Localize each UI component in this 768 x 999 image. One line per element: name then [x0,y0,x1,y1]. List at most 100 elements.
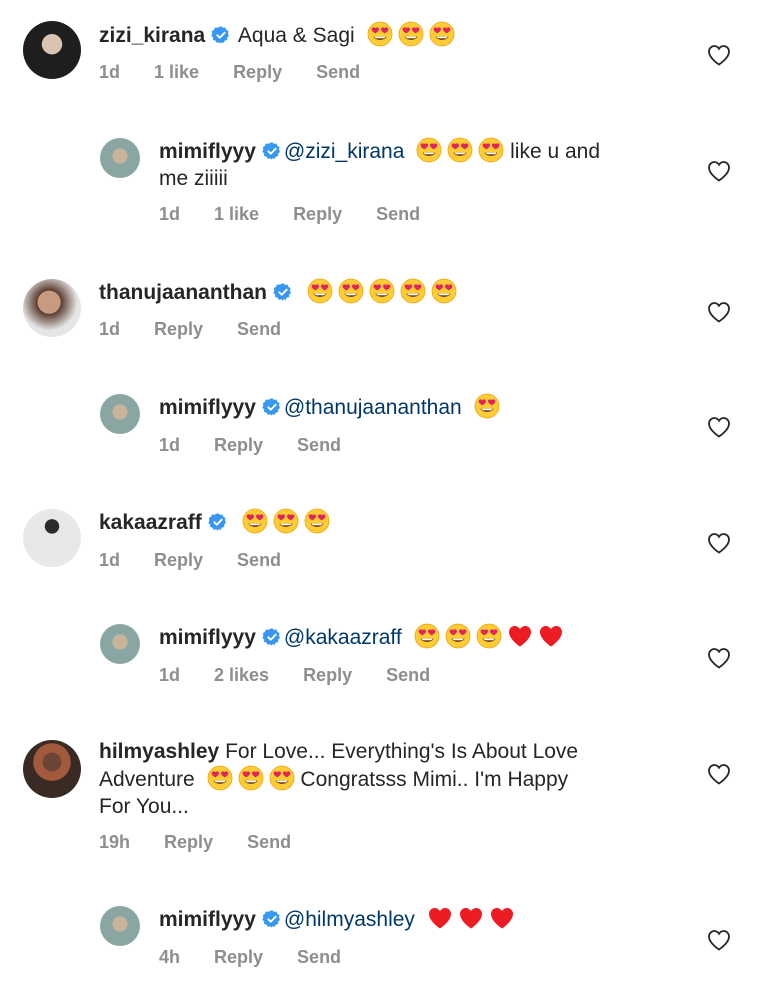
comment-meta: 1d Reply Send [99,319,281,340]
comment-meta: 4h Reply Send [159,947,341,968]
comment-meta: 1d Reply Send [159,435,341,456]
heart-eyes-icon [398,21,424,47]
mention-link[interactable]: @thanujaananthan [284,396,462,419]
username[interactable]: mimiflyyy [159,908,256,931]
avatar[interactable] [23,509,81,567]
comment-text: mimiflyyy @thanujaananthan [159,393,500,421]
username[interactable]: zizi_kirana [99,24,205,47]
avatar[interactable] [23,21,81,79]
mention-link[interactable]: @hilmyashley [284,908,415,931]
mention-link[interactable]: @zizi_kirana [284,140,405,163]
emoji-group [242,508,330,536]
heart-eyes-icon [414,623,440,649]
verified-badge-icon [262,627,282,647]
comment-body-line2b: Congratsss Mimi.. I'm Happy [300,768,569,791]
red-heart-icon [427,905,453,931]
heart-eyes-icon [242,508,268,534]
send-button[interactable]: Send [237,319,281,340]
comment-text: mimiflyyy @hilmyashley [159,905,515,933]
likes-count[interactable]: 2 likes [214,665,269,686]
verified-badge-icon [211,25,231,45]
reply-button[interactable]: Reply [154,319,203,340]
comment-text: mimiflyyy @kakaazraff [159,623,564,651]
comment-meta: 1d 1 like Reply Send [159,204,420,225]
emoji-group [207,765,295,793]
red-heart-icon [538,623,564,649]
likes-count[interactable]: 1 like [154,62,199,83]
avatar[interactable] [100,394,140,434]
verified-badge-icon [262,909,282,929]
reply-button[interactable]: Reply [164,832,213,853]
heart-eyes-icon [367,21,393,47]
likes-count[interactable]: 1 like [214,204,259,225]
red-heart-icon [489,905,515,931]
heart-eyes-icon [338,278,364,304]
heart-eyes-icon [431,278,457,304]
heart-eyes-icon [478,137,504,163]
comment-body: like u and [510,140,601,163]
heart-eyes-icon [447,137,473,163]
heart-eyes-icon [238,765,264,791]
timestamp: 1d [159,204,181,224]
send-button[interactable]: Send [237,550,281,571]
send-button[interactable]: Send [297,435,341,456]
timestamp: 1d [99,550,121,570]
heart-outline-icon[interactable] [707,532,731,554]
heart-outline-icon[interactable] [707,44,731,66]
avatar[interactable] [100,138,140,178]
send-button[interactable]: Send [376,204,420,225]
heart-eyes-icon [369,278,395,304]
username[interactable]: hilmyashley [99,740,219,763]
heart-outline-icon[interactable] [707,647,731,669]
username[interactable]: thanujaananthan [99,281,267,304]
heart-outline-icon[interactable] [707,763,731,785]
heart-eyes-icon [445,623,471,649]
heart-eyes-icon [269,765,295,791]
send-button[interactable]: Send [386,665,430,686]
heart-eyes-icon [416,137,442,163]
timestamp: 1d [99,319,121,339]
comment-text: zizi_kirana Aqua & Sagi [99,21,455,49]
avatar[interactable] [23,740,81,798]
comment-text: thanujaananthan [99,278,457,306]
username[interactable]: mimiflyyy [159,140,256,163]
mention-link[interactable]: @kakaazraff [284,626,402,649]
heart-eyes-icon [207,765,233,791]
reply-button[interactable]: Reply [154,550,203,571]
reply-button[interactable]: Reply [233,62,282,83]
comment-body: For Love... Everything's Is About Love [225,740,579,763]
reply-button[interactable]: Reply [293,204,342,225]
verified-badge-icon [273,282,293,302]
heart-eyes-icon [476,623,502,649]
reply-button[interactable]: Reply [214,435,263,456]
comment-body-line3: For You... [99,795,189,818]
timestamp: 19h [99,832,131,852]
send-button[interactable]: Send [316,62,360,83]
emoji-group [367,21,455,49]
verified-badge-icon [208,512,228,532]
verified-badge-icon [262,397,282,417]
timestamp: 4h [159,947,181,967]
heart-eyes-icon [304,508,330,534]
username[interactable]: mimiflyyy [159,626,256,649]
red-heart-icon [507,623,533,649]
send-button[interactable]: Send [247,832,291,853]
heart-outline-icon[interactable] [707,929,731,951]
verified-badge-icon [262,141,282,161]
reply-button[interactable]: Reply [303,665,352,686]
avatar[interactable] [100,624,140,664]
avatar[interactable] [100,906,140,946]
send-button[interactable]: Send [297,947,341,968]
heart-outline-icon[interactable] [707,416,731,438]
emoji-group [427,905,515,933]
comment-body-line2: me ziiiii [159,167,228,190]
heart-outline-icon[interactable] [707,301,731,323]
timestamp: 1d [159,665,181,685]
username[interactable]: kakaazraff [99,511,202,534]
comment-meta: 1d Reply Send [99,550,281,571]
username[interactable]: mimiflyyy [159,396,256,419]
heart-outline-icon[interactable] [707,160,731,182]
reply-button[interactable]: Reply [214,947,263,968]
avatar[interactable] [23,279,81,337]
comment-body: Aqua & Sagi [237,24,355,47]
